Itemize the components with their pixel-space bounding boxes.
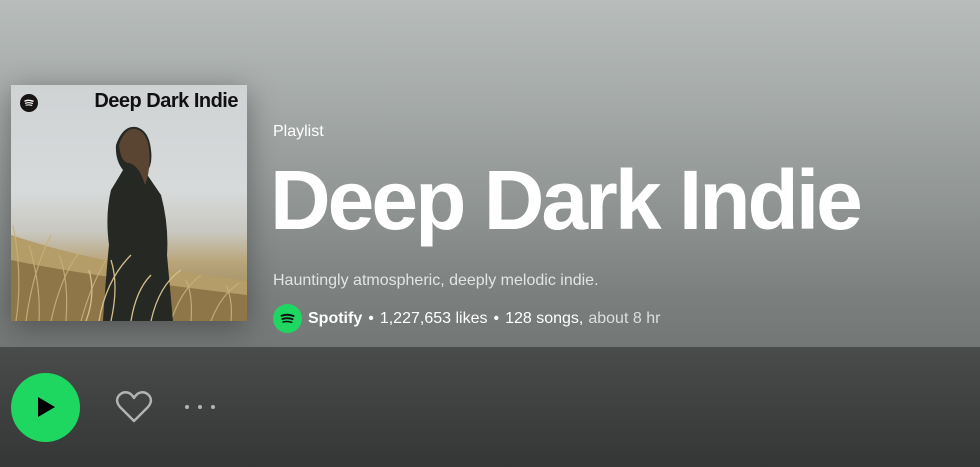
- separator-dot: •: [368, 309, 374, 327]
- playlist-duration: about 8 hr: [588, 309, 661, 327]
- playlist-stats: Spotify • 1,227,653 likes • 128 songs, a…: [273, 304, 973, 333]
- more-options-button[interactable]: [182, 397, 218, 417]
- heart-outline-icon: [115, 391, 153, 423]
- playlist-description: Hauntingly atmospheric, deeply melodic i…: [273, 272, 599, 289]
- playlist-header: Deep Dark Indie Playlist Deep Dark Indie…: [0, 0, 980, 347]
- playlist-cover-image[interactable]: Deep Dark Indie: [11, 85, 247, 321]
- cover-artwork: [11, 126, 247, 321]
- likes-count: 1,227,653 likes: [379, 309, 488, 327]
- playlist-type-label: Playlist: [273, 123, 324, 140]
- like-button[interactable]: [114, 388, 154, 426]
- spotify-owner-avatar-icon[interactable]: [273, 304, 302, 333]
- play-button[interactable]: [11, 373, 80, 442]
- songs-count: 128 songs,: [505, 309, 584, 327]
- more-options-icon: [211, 405, 215, 409]
- cover-title: Deep Dark Indie: [94, 90, 238, 112]
- play-icon: [38, 397, 55, 417]
- playlist-meta: Playlist Deep Dark Indie Hauntingly atmo…: [270, 118, 973, 333]
- page-title: Deep Dark Indie: [270, 153, 863, 247]
- owner-link[interactable]: Spotify: [308, 310, 362, 328]
- separator-dot: •: [493, 309, 500, 327]
- spotify-logo-icon: [20, 94, 38, 112]
- more-options-icon: [185, 405, 189, 409]
- more-options-icon: [198, 405, 202, 409]
- action-bar: [0, 347, 980, 467]
